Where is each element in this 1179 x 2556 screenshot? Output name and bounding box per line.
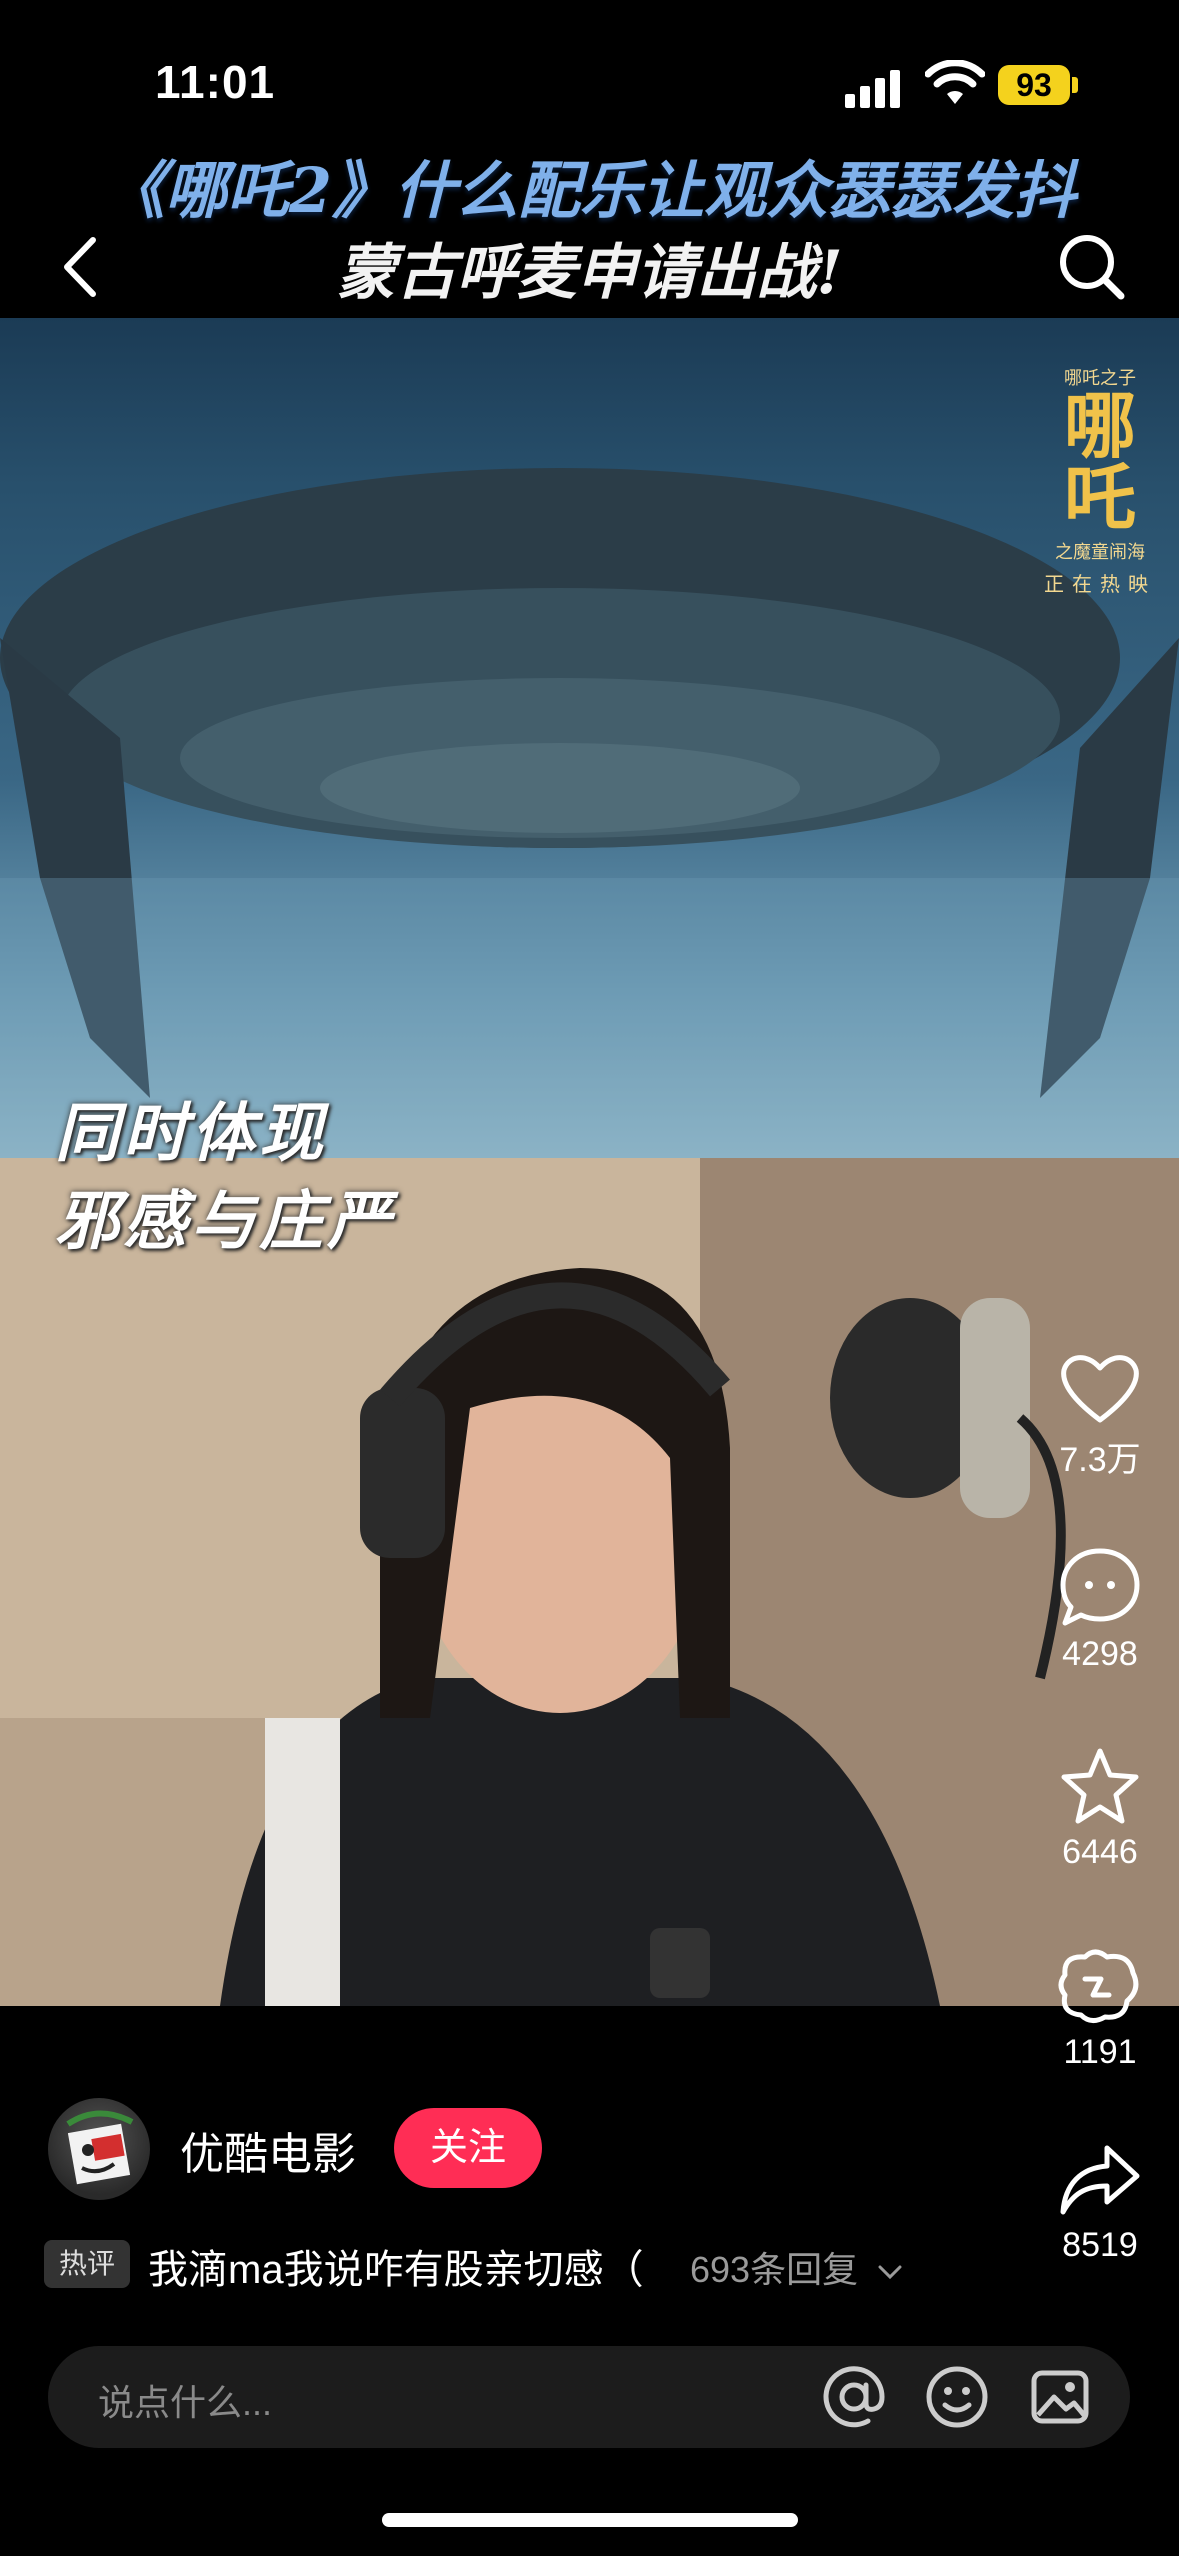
overlay-caption-line1: 同时体现: [55, 1096, 327, 1171]
heart-icon: [1061, 1355, 1139, 1423]
follow-button[interactable]: 关注: [394, 2108, 542, 2188]
reply-count-link[interactable]: 693条回复: [690, 2241, 904, 2293]
movie-logo-title: 哪吒: [1063, 383, 1136, 540]
emoji-icon[interactable]: [923, 2363, 991, 2431]
comment-button[interactable]: 4298: [1040, 1545, 1160, 1674]
video-frame-bottom[interactable]: [0, 1158, 1179, 2006]
share-arrow-icon: [1060, 2145, 1140, 2215]
cellular-signal-icon: [845, 68, 905, 108]
flying-cauldron-scene: [0, 468, 1179, 1158]
comment-count: 4298: [1062, 1635, 1138, 1673]
like-count: 7.3万: [1059, 1441, 1141, 1479]
avatar-image: [66, 2110, 134, 2185]
video-frame-top[interactable]: 哪吒之子 哪吒 之魔童闹海 正在热映: [0, 318, 1179, 1158]
movie-logo: 哪吒之子 哪吒 之魔童闹海 正在热映: [1030, 360, 1170, 597]
share-button[interactable]: 8519: [1040, 2140, 1160, 2265]
chevron-down-icon: [878, 2265, 902, 2280]
movie-logo-subtitle: 之魔童闹海: [1055, 542, 1145, 562]
status-time: 11:01: [155, 56, 276, 108]
home-indicator[interactable]: [382, 2513, 798, 2527]
share-count: 8519: [1062, 2226, 1138, 2264]
gift-count: 1191: [1063, 2033, 1137, 2071]
video-title-line2: 蒙古呼麦申请出战!: [336, 238, 843, 308]
gift-button[interactable]: 1191: [1040, 1945, 1160, 2072]
image-picker-icon[interactable]: [1026, 2363, 1094, 2431]
favorite-count: 6446: [1062, 1833, 1138, 1871]
comment-input-placeholder[interactable]: 说点什么...: [98, 2374, 272, 2426]
comment-bubble-icon: [1060, 1548, 1140, 1626]
author-avatar[interactable]: [48, 2098, 150, 2200]
reply-count-label: 693条回复: [690, 2249, 859, 2290]
video-title-line1: 《哪吒2》什么配乐让观众瑟瑟发抖: [102, 154, 1077, 227]
like-button[interactable]: 7.3万: [1040, 1350, 1160, 1481]
hot-comment-text[interactable]: 我滴ma我说咋有股亲切感（: [148, 2237, 644, 2295]
favorite-button[interactable]: 6446: [1040, 1745, 1160, 1872]
mention-at-icon[interactable]: [820, 2363, 888, 2431]
battery-indicator: 93: [998, 65, 1070, 105]
author-name[interactable]: 优酷电影: [180, 2118, 356, 2182]
battery-cap: [1072, 77, 1078, 93]
wifi-icon: [925, 60, 985, 104]
star-icon: [1061, 1748, 1139, 1824]
overlay-caption-line2: 邪感与庄严: [55, 1184, 395, 1259]
movie-logo-tagline: 正在热映: [1044, 574, 1156, 596]
gift-hand-icon: [1058, 1949, 1139, 2023]
hot-comment-tag: 热评: [44, 2240, 130, 2288]
search-icon[interactable]: [1055, 230, 1127, 302]
back-arrow-icon[interactable]: [55, 232, 105, 302]
recording-studio-scene: [0, 1158, 1179, 2006]
